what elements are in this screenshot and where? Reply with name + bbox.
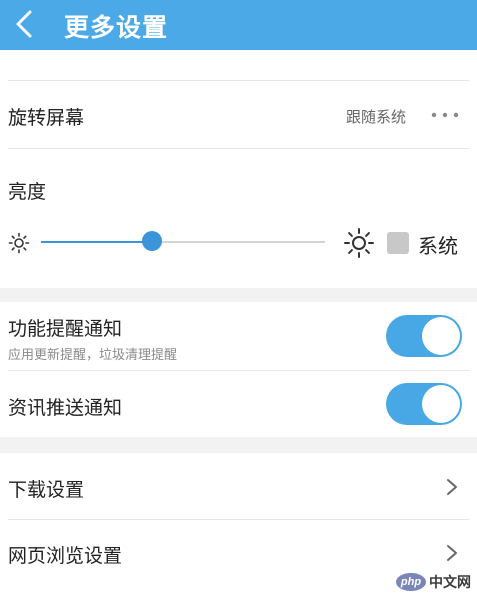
chevron-right-icon: [447, 479, 457, 495]
notifications-section: 功能提醒通知 应用更新提醒，垃圾清理提醒 资讯推送通知: [0, 302, 477, 437]
system-brightness-checkbox[interactable]: [387, 232, 409, 254]
toggle-knob: [422, 385, 460, 423]
brightness-slider[interactable]: [41, 231, 325, 251]
browser-settings-label: 网页浏览设置: [8, 545, 123, 567]
rotate-screen-value: 跟随系统: [346, 108, 407, 126]
back-button[interactable]: [8, 4, 44, 44]
page-title: 更多设置: [64, 13, 169, 42]
feature-notify-subtitle: 应用更新提醒，垃圾清理提醒: [8, 348, 178, 363]
rotate-screen-label: 旋转屏幕: [8, 107, 85, 129]
brightness-slider-thumb[interactable]: [141, 231, 162, 251]
watermark-logo: php: [396, 573, 426, 591]
top-app-bar: 更多设置: [0, 0, 477, 50]
brightness-label: 亮度: [8, 181, 47, 203]
news-notify-row[interactable]: 资讯推送通知: [0, 371, 477, 437]
download-settings-label: 下载设置: [8, 479, 85, 501]
brightness-slider-fill: [41, 241, 152, 243]
divider: [8, 148, 469, 149]
chevron-left-icon: [16, 10, 32, 38]
news-notify-toggle[interactable]: [386, 383, 462, 425]
feature-notify-label: 功能提醒通知: [8, 318, 123, 340]
watermark: php 中文网: [396, 572, 471, 592]
rotate-screen-row[interactable]: 旋转屏幕 跟随系统: [0, 81, 477, 148]
sun-small-icon: [8, 232, 30, 254]
system-brightness-label: 系统: [418, 234, 458, 258]
watermark-text: 中文网: [429, 575, 471, 591]
chevron-right-icon: [447, 545, 457, 561]
news-notify-label: 资讯推送通知: [8, 397, 123, 419]
more-dots-icon[interactable]: [430, 111, 460, 119]
toggle-knob: [422, 317, 460, 355]
download-settings-row[interactable]: 下载设置: [0, 453, 477, 519]
feature-notify-toggle[interactable]: [386, 315, 462, 357]
feature-notify-row[interactable]: 功能提醒通知 应用更新提醒，垃圾清理提醒: [0, 302, 477, 370]
sun-large-icon: [344, 228, 374, 258]
